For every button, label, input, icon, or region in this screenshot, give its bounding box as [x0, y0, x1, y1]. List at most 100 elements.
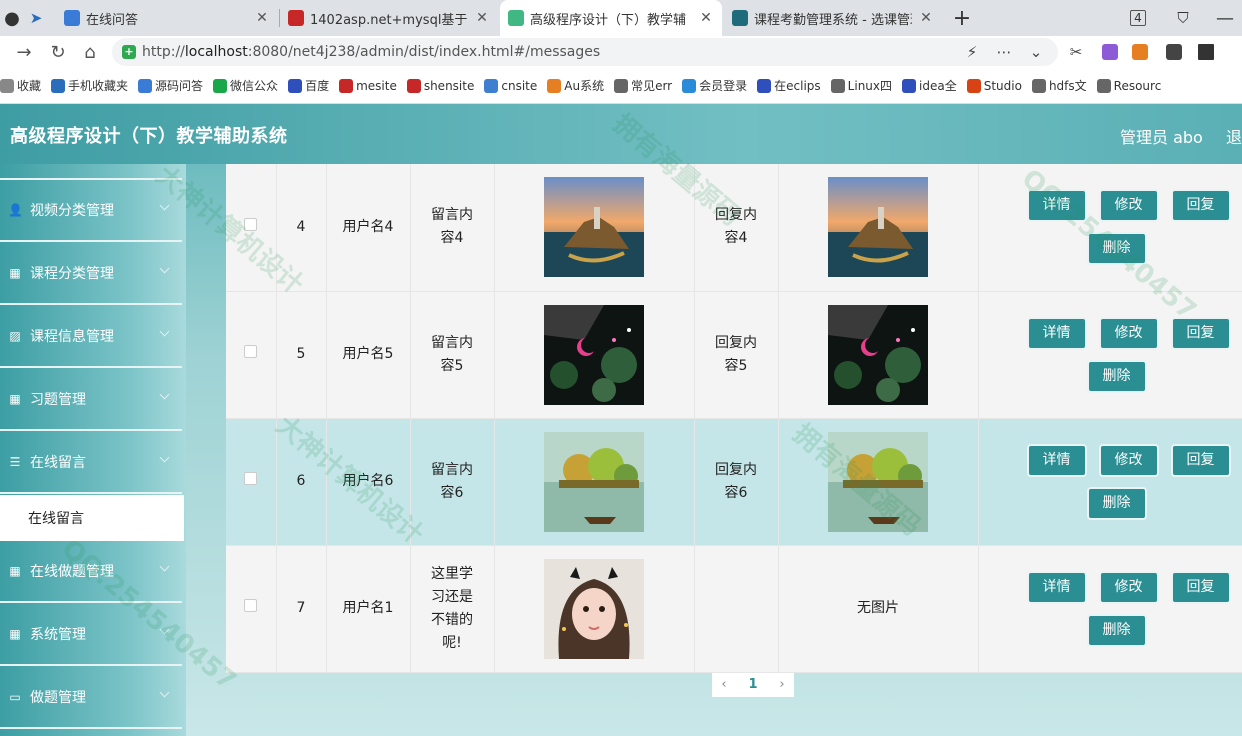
bookmark-item[interactable]: shensite	[406, 78, 474, 93]
sidebar-item-8[interactable]: ▭ 做题管理	[0, 667, 182, 727]
no-image-label: 无图片	[857, 600, 899, 616]
delete-button[interactable]: 删除	[1086, 486, 1147, 520]
detail-button[interactable]: 详情	[1026, 570, 1087, 604]
bookmark-label: hdfs文	[1048, 79, 1087, 93]
sidebar-divider	[0, 429, 182, 431]
message-image[interactable]	[544, 304, 644, 405]
close-tab-icon[interactable]: ✕	[918, 10, 934, 26]
browser-tab-3-active[interactable]: 高级程序设计（下）教学辅 ✕	[500, 0, 722, 36]
row-checkbox[interactable]	[244, 345, 258, 358]
reply-button[interactable]: 回复	[1170, 316, 1231, 350]
edit-button[interactable]: 修改	[1098, 443, 1159, 477]
browser-tab-2[interactable]: 1402asp.net+mysql基于MVC ✕	[280, 0, 498, 36]
browser-tab-4[interactable]: 课程考勤管理系统 - 选课管理 ✕	[724, 0, 942, 36]
detail-button[interactable]: 详情	[1026, 443, 1087, 477]
bookmark-item[interactable]: 百度	[288, 77, 329, 94]
sidebar-subitem-messages[interactable]: 在线留言	[0, 495, 184, 541]
shirt-skin-icon[interactable]: ⛉	[1172, 0, 1194, 36]
bookmark-item[interactable]: cnsite	[484, 78, 538, 93]
bookmark-item[interactable]: hdfs文	[1031, 77, 1087, 94]
message-image[interactable]	[544, 558, 644, 659]
close-tab-icon[interactable]: ✕	[698, 10, 714, 26]
delete-button[interactable]: 删除	[1086, 232, 1147, 266]
delete-button[interactable]: 删除	[1086, 359, 1147, 393]
sidebar-divider	[0, 240, 182, 242]
minimize-window-icon[interactable]: —	[1214, 0, 1236, 36]
bookmark-item[interactable]: Studio	[966, 78, 1022, 93]
lightning-icon[interactable]: ⚡	[962, 38, 982, 66]
bookmark-favicon-icon	[547, 78, 562, 93]
row-checkbox[interactable]	[244, 599, 258, 612]
detail-button[interactable]: 详情	[1026, 316, 1087, 350]
bookmark-item[interactable]: 收藏	[0, 77, 41, 94]
bookmark-item[interactable]: Resourc	[1096, 78, 1161, 93]
close-tab-icon[interactable]: ✕	[254, 10, 270, 26]
scissors-icon[interactable]: ✂	[1066, 38, 1086, 66]
chevron-down-icon[interactable]: ⌄	[1024, 38, 1048, 66]
address-bar[interactable]: + http://localhost:8080/net4j238/admin/d…	[112, 38, 1058, 66]
bookmark-item[interactable]: 在eclips	[757, 77, 821, 94]
detail-button[interactable]: 详情	[1026, 189, 1087, 223]
reply-button[interactable]: 回复	[1170, 443, 1231, 477]
reply-image[interactable]	[828, 177, 928, 278]
bookmark-favicon-icon	[51, 78, 66, 93]
message-image[interactable]	[544, 177, 644, 278]
edit-button[interactable]: 修改	[1098, 316, 1159, 350]
prev-page-button[interactable]: ‹	[712, 673, 736, 697]
sidebar-item-2[interactable]: ▦ 课程分类管理	[0, 243, 182, 303]
bookmark-item[interactable]: Linux四	[830, 77, 892, 94]
game-extension-icon[interactable]	[1132, 44, 1148, 60]
translate-extension-icon[interactable]	[1102, 44, 1118, 60]
more-dots-icon[interactable]: ⋯	[992, 38, 1016, 66]
sidebar-item-4[interactable]: ▦ 习题管理	[0, 369, 182, 429]
pagination: ‹ 1 ›	[712, 673, 794, 697]
message-image[interactable]	[544, 431, 644, 532]
url-text[interactable]: http://localhost:8080/net4j238/admin/dis…	[142, 44, 600, 60]
close-tab-icon[interactable]: ✕	[474, 10, 490, 26]
next-page-button[interactable]: ›	[770, 673, 794, 697]
logout-link[interactable]: 退	[1226, 124, 1242, 148]
bookmark-item[interactable]: 常见err	[614, 77, 672, 94]
sidebar-item-6[interactable]: ▦ 在线做题管理	[0, 541, 182, 601]
bookmark-item[interactable]: Au系统	[547, 77, 604, 94]
new-tab-button[interactable]: +	[948, 0, 976, 36]
row-checkbox[interactable]	[244, 217, 258, 231]
sidebar-item-3[interactable]: ▨ 课程信息管理	[0, 306, 182, 366]
profile-avatar-icon[interactable]: ●	[0, 0, 24, 36]
browser-tab-1[interactable]: 在线问答 ✕	[56, 0, 278, 36]
grid-icon: ▦	[9, 266, 21, 280]
bookmark-item[interactable]: 会员登录	[682, 77, 747, 94]
delete-button[interactable]: 删除	[1086, 613, 1147, 647]
reply-image[interactable]	[828, 431, 928, 532]
bookmark-item[interactable]: idea全	[902, 77, 957, 94]
bookmark-label: cnsite	[501, 78, 538, 93]
reply-image[interactable]	[828, 304, 928, 405]
bookmark-item[interactable]: 微信公众	[213, 77, 278, 94]
reply-button[interactable]: 回复	[1170, 189, 1231, 223]
sidebar-item-1[interactable]: 👤 视频分类管理	[0, 180, 182, 240]
bookmark-item[interactable]: 源码问答	[138, 77, 203, 94]
sidebar-item-7[interactable]: ▦ 系统管理	[0, 604, 182, 664]
user-icon: 👤	[8, 203, 23, 217]
tab-favicon-icon	[288, 10, 304, 26]
tab-count-badge[interactable]: 4	[1128, 0, 1148, 36]
page-1-button[interactable]: 1	[736, 673, 770, 697]
action-buttons: 详情 修改 回复 删除	[1026, 316, 1242, 393]
edit-button[interactable]: 修改	[1098, 570, 1159, 604]
apps-grid-icon[interactable]	[1198, 44, 1214, 60]
reload-icon[interactable]: ↻	[46, 40, 70, 64]
actions-cell: 详情 修改 回复 删除	[978, 418, 1242, 546]
bookmark-item[interactable]: 手机收藏夹	[51, 77, 128, 94]
edit-button[interactable]: 修改	[1098, 189, 1159, 223]
reply-button[interactable]: 回复	[1170, 570, 1231, 604]
home-icon[interactable]: ⌂	[78, 40, 102, 64]
actions-cell: 详情 修改 回复 删除	[978, 164, 1242, 292]
sidebar-divider	[0, 366, 182, 368]
vue-favicon-icon	[508, 10, 524, 26]
screenshot-extension-icon[interactable]	[1166, 44, 1182, 60]
telegram-icon[interactable]: ➤	[26, 0, 46, 36]
row-checkbox[interactable]	[244, 472, 258, 485]
sidebar-item-5[interactable]: ☰ 在线留言	[0, 432, 182, 492]
back-arrow-icon[interactable]: →	[12, 40, 36, 64]
bookmark-item[interactable]: mesite	[339, 78, 397, 93]
